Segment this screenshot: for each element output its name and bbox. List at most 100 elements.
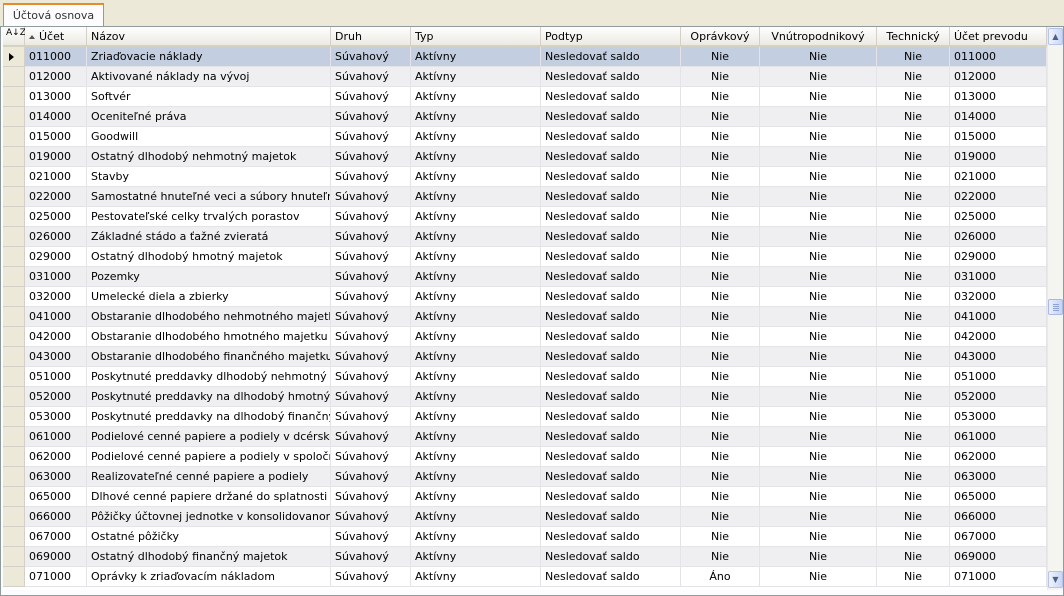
table-row[interactable]: 025000 Pestovateľské celky trvalých poras… [25,207,1047,227]
table-row[interactable]: 021000 Stavby Súvahový Aktívny Nesledovať sa… [25,167,1047,187]
cell-opravkovy[interactable]: Nie [681,407,760,427]
cell-technicky[interactable]: Nie [877,387,950,407]
cell-druh[interactable]: Súvahový [331,327,411,347]
cell-nazov[interactable]: Poskytnuté preddavky dlhodobý nehmotný m… [87,367,331,387]
cell-vnutro[interactable]: Nie [760,407,877,427]
column-header-druh[interactable]: Druh [331,27,411,47]
cell-typ[interactable]: Aktívny [411,267,541,287]
cell-ucet[interactable]: 063000 [25,467,87,487]
table-row[interactable]: 014000 Oceniteľné práva Súvahový Aktívny Nes… [25,107,1047,127]
scroll-down-button[interactable]: ▼ [1048,571,1063,588]
cell-technicky[interactable]: Nie [877,287,950,307]
cell-vnutro[interactable]: Nie [760,247,877,267]
table-row[interactable]: 032000 Umelecké diela a zbierky Súvahový Ak… [25,287,1047,307]
table-row[interactable]: 022000 Samostatné hnuteľné veci a súbory … [25,187,1047,207]
cell-opravkovy[interactable]: Nie [681,147,760,167]
cell-nazov[interactable]: Podielové cenné papiere a podiely v dcér… [87,427,331,447]
cell-druh[interactable]: Súvahový [331,187,411,207]
column-header-podtyp[interactable]: Podtyp [541,27,681,47]
row-selector[interactable] [3,367,25,387]
row-selector[interactable] [3,147,25,167]
cell-ucet[interactable]: 031000 [25,267,87,287]
row-selector[interactable] [3,67,25,87]
cell-podtyp[interactable]: Nesledovať saldo [541,327,681,347]
cell-vnutro[interactable]: Nie [760,487,877,507]
cell-vnutro[interactable]: Nie [760,447,877,467]
cell-druh[interactable]: Súvahový [331,67,411,87]
cell-ucet-prevodu[interactable]: 061000 [950,427,1047,447]
cell-ucet[interactable]: 071000 [25,567,87,587]
cell-opravkovy[interactable]: Nie [681,247,760,267]
row-selector[interactable] [3,307,25,327]
cell-vnutro[interactable]: Nie [760,387,877,407]
cell-podtyp[interactable]: Nesledovať saldo [541,47,681,67]
cell-ucet-prevodu[interactable]: 042000 [950,327,1047,347]
cell-vnutro[interactable]: Nie [760,67,877,87]
cell-nazov[interactable]: Základné stádo a ťažné zvieratá [87,227,331,247]
cell-podtyp[interactable]: Nesledovať saldo [541,427,681,447]
row-selector[interactable] [3,467,25,487]
table-row[interactable]: 041000 Obstaranie dlhodobého nehmotného m… [25,307,1047,327]
table-row[interactable]: 013000 Softvér Súvahový Aktívny Nesledovať s… [25,87,1047,107]
cell-ucet-prevodu[interactable]: 022000 [950,187,1047,207]
cell-technicky[interactable]: Nie [877,467,950,487]
cell-opravkovy[interactable]: Nie [681,507,760,527]
cell-podtyp[interactable]: Nesledovať saldo [541,187,681,207]
cell-nazov[interactable]: Aktivované náklady na vývoj [87,67,331,87]
cell-podtyp[interactable]: Nesledovať saldo [541,487,681,507]
cell-ucet[interactable]: 067000 [25,527,87,547]
cell-podtyp[interactable]: Nesledovať saldo [541,147,681,167]
cell-vnutro[interactable]: Nie [760,467,877,487]
table-row[interactable]: 063000 Realizovateľné cenné papiere a pod… [25,467,1047,487]
table-row[interactable]: 031000 Pozemky Súvahový Aktívny Nesledovať s… [25,267,1047,287]
cell-podtyp[interactable]: Nesledovať saldo [541,307,681,327]
cell-opravkovy[interactable]: Nie [681,287,760,307]
cell-vnutro[interactable]: Nie [760,307,877,327]
cell-vnutro[interactable]: Nie [760,207,877,227]
table-row[interactable]: 071000 Oprávky k zriaďovacím nákladom Súva… [25,567,1047,587]
table-row[interactable]: 019000 Ostatný dlhodobý nehmotný majetok S… [25,147,1047,167]
tab-uctova-osnova[interactable]: Účtová osnova [3,3,104,27]
table-row[interactable]: 015000 Goodwill Súvahový Aktívny Nesledovať … [25,127,1047,147]
cell-podtyp[interactable]: Nesledovať saldo [541,547,681,567]
cell-vnutro[interactable]: Nie [760,427,877,447]
cell-nazov[interactable]: Dlhové cenné papiere držané do splatnost… [87,487,331,507]
cell-druh[interactable]: Súvahový [331,287,411,307]
cell-ucet-prevodu[interactable]: 067000 [950,527,1047,547]
row-selector[interactable] [3,47,25,67]
row-selector[interactable] [3,227,25,247]
row-selector[interactable] [3,127,25,147]
cell-podtyp[interactable]: Nesledovať saldo [541,67,681,87]
cell-druh[interactable]: Súvahový [331,207,411,227]
row-selector[interactable] [3,187,25,207]
cell-podtyp[interactable]: Nesledovať saldo [541,347,681,367]
cell-typ[interactable]: Aktívny [411,427,541,447]
cell-technicky[interactable]: Nie [877,207,950,227]
cell-nazov[interactable]: Zriaďovacie náklady [87,47,331,67]
cell-ucet-prevodu[interactable]: 032000 [950,287,1047,307]
cell-podtyp[interactable]: Nesledovať saldo [541,567,681,587]
cell-podtyp[interactable]: Nesledovať saldo [541,447,681,467]
scroll-thumb[interactable] [1048,299,1063,315]
cell-nazov[interactable]: Realizovateľné cenné papiere a podiely [87,467,331,487]
cell-opravkovy[interactable]: Nie [681,127,760,147]
cell-opravkovy[interactable]: Nie [681,107,760,127]
cell-podtyp[interactable]: Nesledovať saldo [541,467,681,487]
column-header-ucet[interactable]: Účet [25,27,87,47]
cell-technicky[interactable]: Nie [877,147,950,167]
row-selector[interactable] [3,487,25,507]
cell-druh[interactable]: Súvahový [331,247,411,267]
cell-ucet-prevodu[interactable]: 014000 [950,107,1047,127]
cell-vnutro[interactable]: Nie [760,347,877,367]
table-row[interactable]: 067000 Ostatné pôžičky Súvahový Aktívny Nesl… [25,527,1047,547]
cell-ucet-prevodu[interactable]: 019000 [950,147,1047,167]
cell-typ[interactable]: Aktívny [411,547,541,567]
cell-opravkovy[interactable]: Nie [681,387,760,407]
cell-technicky[interactable]: Nie [877,67,950,87]
cell-technicky[interactable]: Nie [877,367,950,387]
cell-podtyp[interactable]: Nesledovať saldo [541,287,681,307]
cell-podtyp[interactable]: Nesledovať saldo [541,267,681,287]
cell-ucet-prevodu[interactable]: 051000 [950,367,1047,387]
cell-technicky[interactable]: Nie [877,227,950,247]
cell-nazov[interactable]: Obstaranie dlhodobého nehmotného majetku [87,307,331,327]
